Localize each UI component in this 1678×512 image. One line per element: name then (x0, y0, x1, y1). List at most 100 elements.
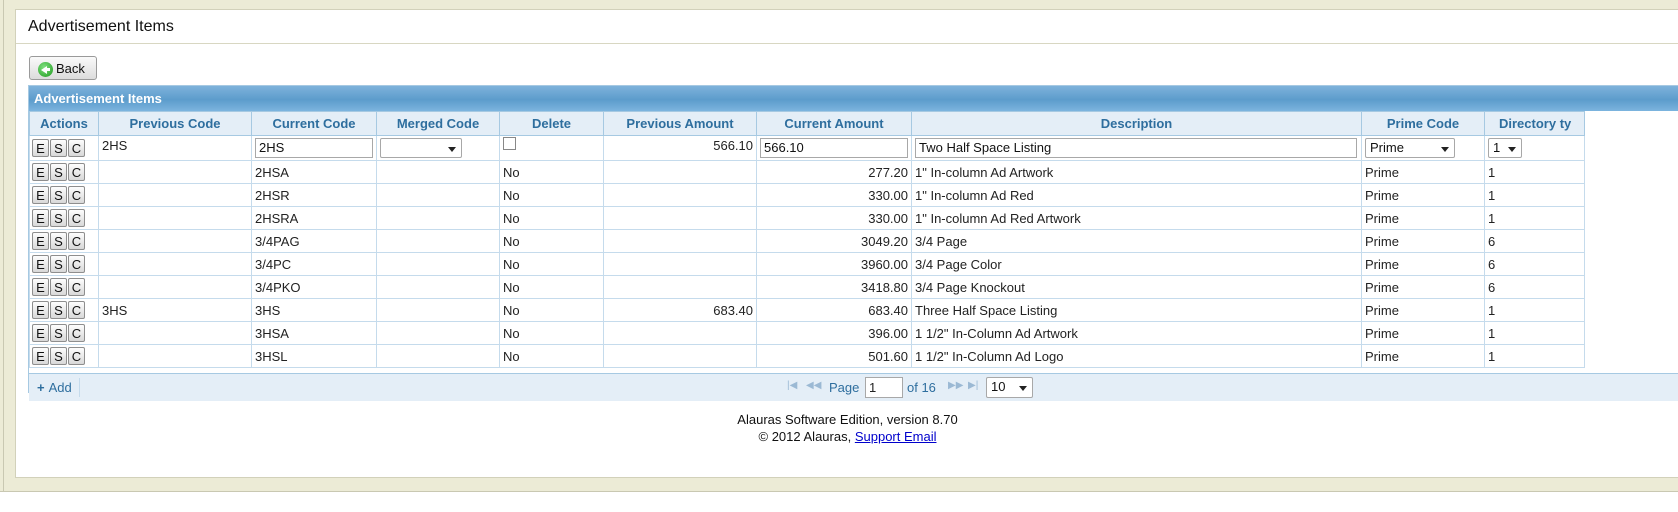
page-count-label: of 16 (907, 380, 936, 395)
prev-page-icon[interactable]: ◀◀ (806, 380, 821, 391)
items-table: Actions Previous Code Current Code Merge… (29, 111, 1585, 368)
current-code-cell: 3HSA (251, 321, 377, 345)
table-row[interactable]: E S C 2HSA No 277.20 1" In-column Ad Artwork Pr… (29, 160, 1585, 184)
column-header-description[interactable]: Description (911, 111, 1362, 136)
directory-type-cell: 1 (1484, 206, 1585, 230)
edit-button[interactable]: E (32, 163, 49, 181)
delete-cell: No (499, 229, 604, 253)
previous-code-cell: 2HS (98, 135, 252, 161)
cancel-button[interactable]: C (68, 347, 85, 365)
save-button[interactable]: S (50, 163, 67, 181)
table-row[interactable]: E S C 3/4PC No 3960.00 3/4 Page Color Prime 6 (29, 252, 1585, 276)
copyright-line: © 2012 Alauras, Support Email (16, 429, 1678, 444)
add-button[interactable]: + Add (37, 380, 72, 395)
table-row[interactable]: E S C 3HSL No 501.60 1 1/2" In-Column Ad Logo P… (29, 344, 1585, 368)
cancel-button[interactable]: C (68, 163, 85, 181)
column-header-prime-code[interactable]: Prime Code (1361, 111, 1485, 136)
edit-button[interactable]: E (32, 139, 49, 157)
current-code-cell: 2HS (251, 135, 377, 161)
next-page-icon[interactable]: ▶▶ (948, 380, 963, 391)
edit-button[interactable]: E (32, 232, 49, 250)
description-cell: 1" In-column Ad Red (911, 183, 1362, 207)
merged-code-cell (376, 183, 500, 207)
table-row[interactable]: E S C 3/4PAG No 3049.20 3/4 Page Prime 6 (29, 229, 1585, 253)
save-button[interactable]: S (50, 209, 67, 227)
prime-code-cell: Prime (1361, 160, 1485, 184)
column-header-delete[interactable]: Delete (499, 111, 604, 136)
delete-checkbox[interactable] (503, 137, 516, 150)
column-header-current-amount[interactable]: Current Amount (756, 111, 912, 136)
directory-type-select[interactable]: 1 (1488, 138, 1522, 158)
first-page-icon[interactable]: |◀ (787, 380, 797, 391)
edit-button[interactable]: E (32, 347, 49, 365)
description-input[interactable]: Two Half Space Listing (915, 138, 1357, 158)
page-size-select[interactable]: 10 (986, 377, 1033, 398)
last-page-icon[interactable]: ▶| (968, 380, 978, 391)
previous-amount-cell (603, 275, 757, 299)
current-code-cell: 3/4PC (251, 252, 377, 276)
support-email-link[interactable]: Support Email (855, 429, 937, 444)
table-row[interactable]: E S C 2HSRA No 330.00 1" In-column Ad Red Artw… (29, 206, 1585, 230)
save-button[interactable]: S (50, 278, 67, 296)
cancel-button[interactable]: C (68, 139, 85, 157)
page-number-input[interactable]: 1 (865, 377, 903, 398)
cancel-button[interactable]: C (68, 301, 85, 319)
merged-code-cell (376, 135, 500, 161)
current-code-cell: 3HS (251, 298, 377, 322)
merged-code-cell (376, 275, 500, 299)
page-border (3, 0, 4, 491)
column-header-current-code[interactable]: Current Code (251, 111, 377, 136)
previous-amount-cell (603, 252, 757, 276)
cancel-button[interactable]: C (68, 255, 85, 273)
current-amount-input[interactable]: 566.10 (760, 138, 908, 158)
description-cell: 1" In-column Ad Artwork (911, 160, 1362, 184)
directory-type-cell: 6 (1484, 229, 1585, 253)
save-button[interactable]: S (50, 232, 67, 250)
previous-amount-cell (603, 206, 757, 230)
prime-code-cell: Prime (1361, 321, 1485, 345)
column-header-directory-type[interactable]: Directory ty (1484, 111, 1585, 136)
column-header-previous-code[interactable]: Previous Code (98, 111, 252, 136)
cancel-button[interactable]: C (68, 278, 85, 296)
column-header-previous-amount[interactable]: Previous Amount (603, 111, 757, 136)
previous-amount-cell (603, 229, 757, 253)
table-row[interactable]: E S C 3/4PKO No 3418.80 3/4 Page Knockout Prime… (29, 275, 1585, 299)
column-header-actions[interactable]: Actions (29, 111, 99, 136)
merged-code-select[interactable] (380, 138, 462, 158)
cancel-button[interactable]: C (68, 186, 85, 204)
cancel-button[interactable]: C (68, 209, 85, 227)
back-button[interactable]: Back (29, 56, 97, 80)
previous-code-cell (98, 229, 252, 253)
prime-code-select[interactable]: Prime (1365, 138, 1455, 158)
edit-button[interactable]: E (32, 278, 49, 296)
edit-button[interactable]: E (32, 186, 49, 204)
edit-button[interactable]: E (32, 209, 49, 227)
chevron-down-icon (1441, 147, 1449, 152)
current-amount-cell: 683.40 (756, 298, 912, 322)
save-button[interactable]: S (50, 347, 67, 365)
cancel-button[interactable]: C (68, 232, 85, 250)
description-cell: Two Half Space Listing (911, 135, 1362, 161)
save-button[interactable]: S (50, 324, 67, 342)
edit-button[interactable]: E (32, 301, 49, 319)
save-button[interactable]: S (50, 301, 67, 319)
save-button[interactable]: S (50, 186, 67, 204)
save-button[interactable]: S (50, 139, 67, 157)
back-button-label: Back (56, 61, 85, 76)
edit-button[interactable]: E (32, 324, 49, 342)
table-row[interactable]: E S C 3HS 3HS No 683.40 683.40 Three Half Space … (29, 298, 1585, 322)
merged-code-cell (376, 344, 500, 368)
directory-type-cell: 6 (1484, 252, 1585, 276)
current-code-input[interactable]: 2HS (255, 138, 373, 158)
table-row[interactable]: E S C 2HSR No 330.00 1" In-column Ad Red Prime 1 (29, 183, 1585, 207)
directory-type-cell: 1 (1484, 298, 1585, 322)
directory-type-cell: 1 (1484, 160, 1585, 184)
edit-button[interactable]: E (32, 255, 49, 273)
table-row[interactable]: E S C 3HSA No 396.00 1 1/2" In-Column Ad Artwo… (29, 321, 1585, 345)
row-actions: ESC (29, 298, 99, 322)
previous-code-cell: 3HS (98, 298, 252, 322)
save-button[interactable]: S (50, 255, 67, 273)
column-header-merged-code[interactable]: Merged Code (376, 111, 500, 136)
current-amount-cell: 277.20 (756, 160, 912, 184)
cancel-button[interactable]: C (68, 324, 85, 342)
